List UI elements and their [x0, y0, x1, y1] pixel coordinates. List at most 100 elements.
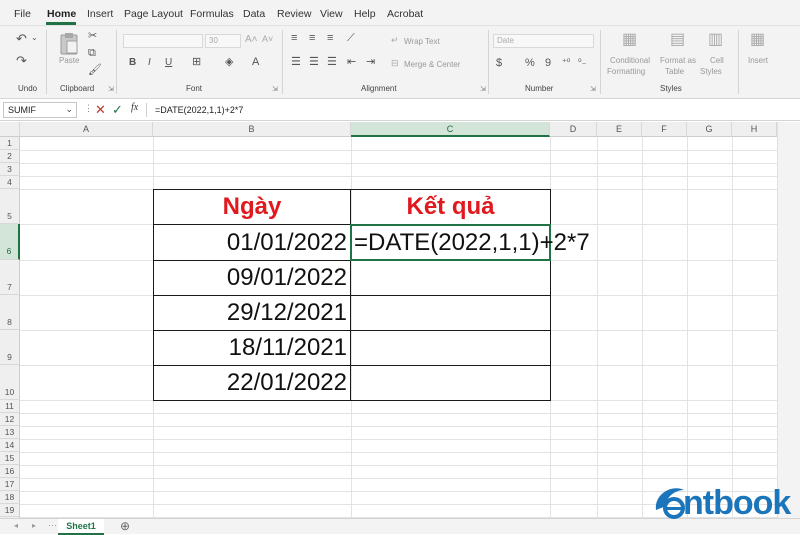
align-center-icon[interactable]: ☰	[309, 57, 319, 68]
row-header-5[interactable]: 5	[0, 189, 20, 224]
column-header-c[interactable]: C	[351, 122, 550, 137]
column-header-g[interactable]: G	[687, 122, 732, 137]
borders-icon[interactable]: ⊞	[192, 57, 201, 68]
cell-c6-editing[interactable]: =DATE(2022,1,1)+2*7	[354, 226, 590, 260]
row-header-18[interactable]: 18	[0, 491, 20, 504]
row-header-10[interactable]: 10	[0, 365, 20, 400]
row-header-4[interactable]: 4	[0, 176, 20, 189]
font-launcher-icon[interactable]: ⇲	[272, 85, 278, 93]
align-right-icon[interactable]: ☰	[327, 57, 337, 68]
increase-decimal-icon[interactable]: ⁺⁰	[562, 58, 570, 67]
paste-label[interactable]: Paste	[59, 56, 79, 65]
increase-font-icon[interactable]: A˄	[245, 35, 258, 45]
decrease-indent-icon[interactable]: ⇤	[347, 57, 356, 68]
accounting-icon[interactable]: $	[496, 58, 502, 69]
clipboard-launcher-icon[interactable]: ⇲	[108, 85, 114, 93]
scroll-tabs-right-icon[interactable]: ▸	[32, 522, 36, 530]
wrap-text-button[interactable]: Wrap Text	[404, 37, 440, 46]
paste-icon[interactable]	[59, 32, 79, 56]
row-header-14[interactable]: 14	[0, 439, 20, 452]
row-header-11[interactable]: 11	[0, 400, 20, 413]
name-box-dropdown-icon[interactable]: ⌄	[65, 104, 73, 115]
percent-button[interactable]: %	[525, 58, 535, 69]
cell-c5-header-ketqua[interactable]: Kết quả	[351, 190, 550, 224]
cancel-icon[interactable]: ✕	[95, 103, 106, 116]
column-header-h[interactable]: H	[732, 122, 777, 137]
column-header-d[interactable]: D	[550, 122, 597, 137]
column-header-f[interactable]: F	[642, 122, 687, 137]
row-header-7[interactable]: 7	[0, 260, 20, 295]
align-top-icon[interactable]: ≡	[291, 33, 297, 44]
font-size-combo[interactable]: 30	[205, 34, 241, 48]
number-format-combo[interactable]: Date	[493, 34, 594, 48]
conditional-formatting-line2[interactable]: Formatting	[607, 67, 645, 76]
insert-function-button[interactable]: fx	[131, 103, 138, 113]
column-header-b[interactable]: B	[153, 122, 351, 137]
menu-help[interactable]: Help	[354, 8, 376, 20]
enter-icon[interactable]: ✓	[112, 103, 123, 116]
row-header-3[interactable]: 3	[0, 163, 20, 176]
menu-home[interactable]: Home	[47, 8, 76, 20]
cell-b9-date[interactable]: 18/11/2021	[153, 331, 347, 365]
row-header-9[interactable]: 9	[0, 330, 20, 365]
format-painter-icon[interactable]: 🖌	[88, 65, 102, 76]
tab-options-icon[interactable]: ⋯	[48, 521, 57, 530]
conditional-formatting-line1[interactable]: Conditional	[610, 56, 650, 65]
bold-button[interactable]: B	[129, 58, 136, 68]
column-header-e[interactable]: E	[597, 122, 642, 137]
orientation-icon[interactable]: ⟋	[347, 33, 355, 44]
comma-button[interactable]: 9	[545, 58, 551, 69]
redo-icon[interactable]: ↷	[16, 54, 27, 67]
menu-formulas[interactable]: Formulas	[190, 8, 234, 20]
font-name-combo[interactable]	[123, 34, 203, 48]
more-options-icon[interactable]: ⋮	[84, 104, 93, 113]
number-launcher-icon[interactable]: ⇲	[590, 85, 596, 93]
row-header-13[interactable]: 13	[0, 426, 20, 439]
conditional-formatting-icon[interactable]: ▦	[622, 32, 637, 48]
cell-b6-date[interactable]: 01/01/2022	[153, 226, 347, 260]
cell-b5-header-ngay[interactable]: Ngày	[153, 190, 351, 224]
row-header-17[interactable]: 17	[0, 478, 20, 491]
format-as-table-line1[interactable]: Format as	[660, 56, 696, 65]
row-header-15[interactable]: 15	[0, 452, 20, 465]
formula-input[interactable]: =DATE(2022,1,1)+2*7	[155, 105, 243, 115]
cell-styles-icon[interactable]: ▥	[708, 32, 723, 48]
format-as-table-line2[interactable]: Table	[665, 67, 684, 76]
format-as-table-icon[interactable]: ▤	[670, 32, 685, 48]
menu-data[interactable]: Data	[243, 8, 265, 20]
fill-color-icon[interactable]: ◈	[225, 57, 233, 68]
insert-cells-icon[interactable]: ▦	[750, 32, 765, 48]
row-header-16[interactable]: 16	[0, 465, 20, 478]
increase-indent-icon[interactable]: ⇥	[366, 57, 375, 68]
row-header-6[interactable]: 6	[0, 224, 20, 260]
cell-b7-date[interactable]: 09/01/2022	[153, 261, 347, 295]
cell-styles-line2[interactable]: Styles	[700, 67, 722, 76]
menu-review[interactable]: Review	[277, 8, 311, 20]
row-header-2[interactable]: 2	[0, 150, 20, 163]
name-box[interactable]: SUMIF ⌄	[3, 102, 77, 118]
cell-b10-date[interactable]: 22/01/2022	[153, 366, 347, 400]
row-header-12[interactable]: 12	[0, 413, 20, 426]
scroll-tabs-left-icon[interactable]: ◂	[14, 522, 18, 530]
italic-button[interactable]: I	[148, 58, 151, 68]
select-all-corner[interactable]	[0, 122, 20, 137]
row-header-19[interactable]: 19	[0, 504, 20, 517]
copy-icon[interactable]: ⧉	[88, 48, 96, 59]
menu-file[interactable]: File	[14, 8, 31, 20]
font-color-icon[interactable]: A	[252, 57, 259, 68]
align-bottom-icon[interactable]: ≡	[327, 33, 333, 44]
cut-icon[interactable]: ✂	[88, 31, 97, 42]
menu-insert[interactable]: Insert	[87, 8, 113, 20]
undo-dropdown-icon[interactable]: ⌄	[31, 34, 38, 42]
new-sheet-icon[interactable]: ⊕	[120, 520, 130, 532]
cell-styles-line1[interactable]: Cell	[710, 56, 724, 65]
vertical-scrollbar[interactable]	[777, 122, 800, 518]
row-header-1[interactable]: 1	[0, 137, 20, 150]
align-middle-icon[interactable]: ≡	[309, 33, 315, 44]
cell-b8-date[interactable]: 29/12/2021	[153, 296, 347, 330]
worksheet-grid[interactable]: A B C D E F G H 1 2 3 4 5 6 7 8 9 10 11 …	[0, 122, 777, 518]
underline-button[interactable]: U	[165, 58, 172, 68]
alignment-launcher-icon[interactable]: ⇲	[480, 85, 486, 93]
insert-cells-button[interactable]: Insert	[748, 56, 768, 65]
undo-icon[interactable]: ↶	[16, 32, 27, 45]
